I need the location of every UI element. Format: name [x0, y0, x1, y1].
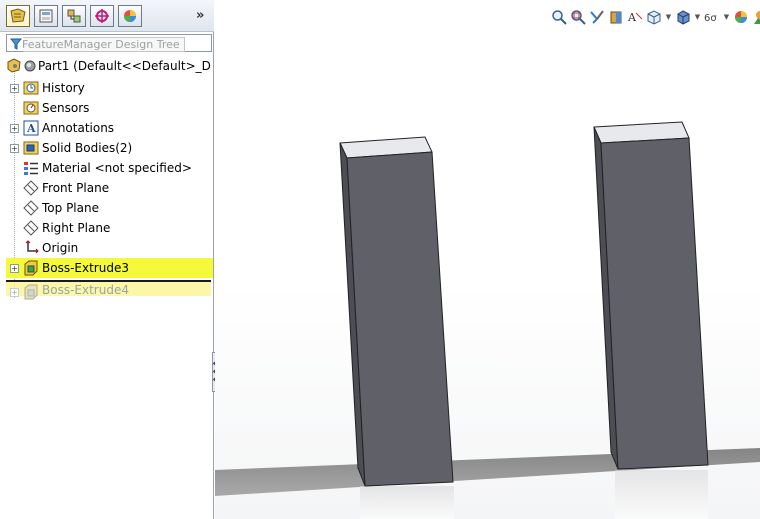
tree-item-annotations[interactable]: + A Annotations — [0, 118, 213, 138]
tree-item-label: Material <not specified> — [42, 161, 192, 175]
tree-root-label: Part1 (Default<<Default>_D — [38, 59, 211, 73]
part-icon — [6, 58, 22, 74]
filter-icon — [10, 38, 22, 50]
graphics-viewport[interactable]: A ▼ ▼ 6σ ▼ ▼ ▼ — [215, 0, 760, 519]
expand-toggle[interactable]: + — [10, 84, 19, 93]
tree-item-history[interactable]: + History — [0, 78, 213, 98]
tree-item-label: Origin — [42, 241, 79, 255]
annotations-icon: A — [23, 120, 39, 136]
tree-item-right-plane[interactable]: Right Plane — [0, 218, 213, 238]
material-icon — [23, 160, 39, 176]
feature-manager-panel: » FeatureManager Design Tree Part1 (Defa… — [0, 0, 221, 519]
more-tabs-button[interactable]: » — [196, 8, 204, 23]
tree-item-sensors[interactable]: Sensors — [0, 98, 213, 118]
tree-item-boss-extrude3[interactable]: + Boss-Extrude3 — [6, 258, 213, 278]
featuremanager-tab[interactable] — [6, 5, 30, 27]
dimxpert-tab[interactable] — [90, 5, 114, 27]
configurationmanager-tab[interactable] — [62, 5, 86, 27]
tree-item-label: Solid Bodies(2) — [42, 141, 133, 155]
tree-item-label: Front Plane — [42, 181, 110, 195]
tree-item-label: Top Plane — [42, 201, 99, 215]
propertymanager-icon — [39, 9, 53, 23]
plane-icon — [23, 200, 39, 216]
expand-toggle[interactable]: + — [10, 124, 19, 133]
tree-item-label: History — [42, 81, 85, 95]
expand-toggle[interactable]: + — [10, 288, 19, 297]
tree-item-label: Annotations — [42, 121, 115, 135]
manager-tab-bar: » — [0, 0, 214, 32]
featuremanager-icon — [10, 8, 26, 23]
origin-icon — [23, 240, 39, 256]
filter-tooltip: FeatureManager Design Tree — [23, 37, 185, 52]
solid-body-left[interactable] — [339, 136, 454, 487]
tree-item-label: Right Plane — [42, 221, 111, 235]
solid-body-right[interactable] — [593, 121, 709, 470]
solid-bodies-icon — [23, 140, 39, 156]
model-scene — [215, 121, 760, 519]
tree-item-boss-extrude4[interactable]: + Boss-Extrude4 — [0, 282, 213, 302]
tooltip-clip: FeatureManager Design Tree — [23, 36, 195, 52]
plane-icon — [23, 180, 39, 196]
tree-item-origin[interactable]: Origin — [0, 238, 213, 258]
boss-extrude-icon — [23, 284, 39, 300]
expand-toggle[interactable]: + — [10, 264, 19, 273]
part-display-icon — [22, 58, 38, 74]
tree-item-top-plane[interactable]: Top Plane — [0, 198, 213, 218]
boss-extrude-icon — [23, 260, 39, 276]
expand-toggle[interactable]: + — [10, 144, 19, 153]
tree-item-front-plane[interactable]: Front Plane — [0, 178, 213, 198]
display-manager-icon — [124, 10, 136, 22]
svg-text:A: A — [26, 122, 36, 135]
tree-item-material[interactable]: Material <not specified> — [0, 158, 213, 178]
tree-item-solid-bodies[interactable]: + Solid Bodies(2) — [0, 138, 213, 158]
history-icon — [23, 80, 39, 96]
tree-item-label: Boss-Extrude4 — [42, 283, 129, 297]
plane-icon — [23, 220, 39, 236]
propertymanager-tab[interactable] — [34, 5, 58, 27]
display-manager-tab[interactable] — [118, 5, 142, 27]
tree-filter-box[interactable]: FeatureManager Design Tree — [6, 34, 212, 52]
tree-item-label: Boss-Extrude3 — [42, 261, 129, 275]
configurationmanager-icon — [67, 9, 81, 23]
dimxpert-icon — [95, 9, 109, 23]
tree-item-label: Sensors — [42, 101, 90, 115]
sensors-icon — [23, 100, 39, 116]
tree-root-part[interactable]: Part1 (Default<<Default>_D — [0, 56, 213, 76]
